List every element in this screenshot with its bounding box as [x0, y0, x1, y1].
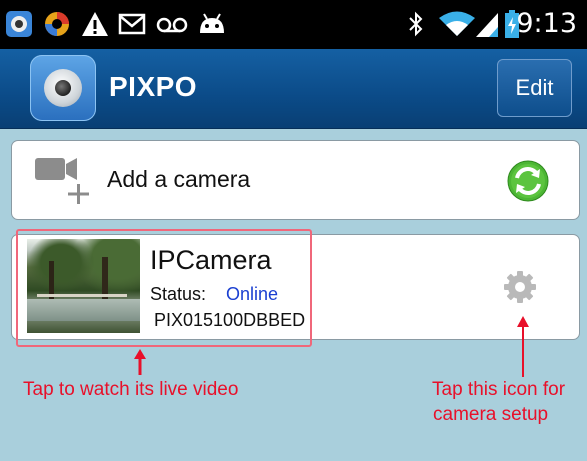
signal-icon	[474, 9, 500, 39]
app-title: PIXPO	[109, 71, 198, 102]
video-tap-highlight	[16, 229, 312, 347]
gear-icon[interactable]	[502, 269, 538, 305]
annotation-watch-video: Tap to watch its live video	[23, 379, 239, 400]
warning-icon	[80, 9, 110, 39]
add-camera-label: Add a camera	[107, 166, 251, 192]
android-icon	[196, 9, 228, 39]
status-bar: 9:13	[0, 0, 587, 49]
app-logo-icon	[30, 55, 96, 121]
gmail-icon	[117, 9, 147, 39]
app-bar: PIXPO Edit	[0, 49, 587, 129]
add-camera-icon	[35, 154, 99, 206]
voicemail-icon	[155, 9, 189, 39]
edit-button[interactable]: Edit	[497, 59, 572, 117]
wifi-icon	[437, 9, 477, 39]
status-time: 9:13	[516, 8, 577, 39]
add-camera-row[interactable]: Add a camera	[11, 140, 580, 220]
sync-icon	[42, 9, 72, 39]
app-notification-icon	[4, 9, 34, 39]
arrow-up-left-icon	[134, 349, 146, 375]
refresh-icon[interactable]	[507, 160, 549, 202]
annotation-setup-line1: Tap this icon for	[432, 379, 566, 400]
annotation-setup-line2: camera setup	[433, 404, 549, 425]
bluetooth-icon	[405, 9, 427, 39]
arrow-up-right-icon	[517, 316, 529, 377]
